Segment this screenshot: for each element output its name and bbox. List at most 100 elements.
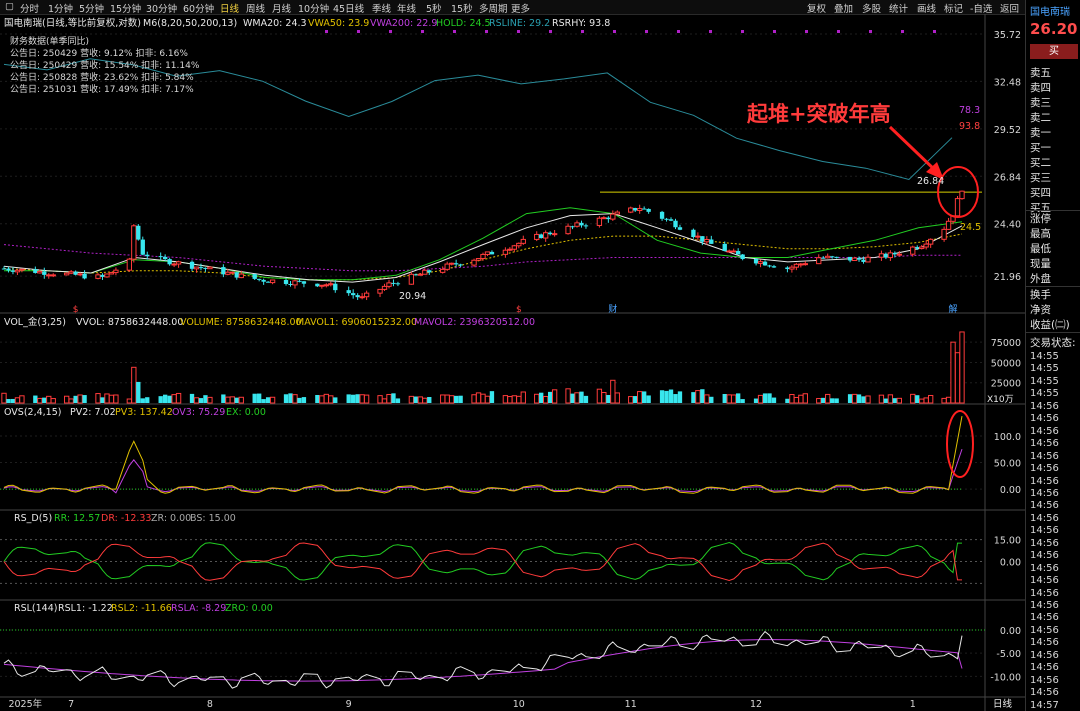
tick-time: 14:56	[1030, 438, 1059, 450]
volume-bar	[427, 397, 432, 403]
volume-bar	[292, 394, 298, 404]
candle-body	[834, 256, 839, 258]
volume-bar	[896, 397, 902, 404]
event-marker: $	[73, 305, 79, 315]
volume-bar	[704, 394, 710, 404]
candle-body	[695, 235, 701, 238]
label-rsline: 78.3	[959, 105, 980, 116]
volume-bar	[453, 395, 459, 403]
volume-bar	[785, 398, 790, 403]
candle-body	[614, 211, 620, 215]
volume-bar	[1, 392, 7, 404]
volume-bar	[834, 398, 839, 403]
candle-body	[417, 273, 423, 276]
chart-area: 35.7232.4829.5226.8424.4021.96$ $ 财解 75000…	[0, 14, 1025, 711]
tick-time: 14:56	[1030, 425, 1059, 437]
candle-body	[395, 283, 401, 285]
volume-bar	[297, 397, 302, 403]
volume-bar	[959, 331, 965, 404]
tick-time: 14:56	[1030, 612, 1059, 624]
tick-time: 14:56	[1030, 562, 1059, 574]
volume-bar	[225, 396, 231, 404]
volume-bar	[883, 398, 889, 403]
volume-bar	[740, 399, 745, 403]
volume-bar	[346, 394, 351, 403]
candle-body	[73, 271, 78, 275]
candle-body	[915, 247, 920, 249]
volume-bar	[104, 393, 110, 404]
stock-name[interactable]: 国电南瑞	[1030, 3, 1070, 18]
vol-title: VOL_金(3,25)	[4, 316, 66, 328]
ovs-ov3: OV3: 75.29	[172, 407, 225, 418]
order-book-level: 卖一	[1030, 127, 1051, 139]
candle-body	[673, 220, 678, 228]
candle-body	[261, 279, 266, 282]
series-rr	[3, 541, 962, 581]
volume-bar	[207, 396, 213, 404]
tick-time: 14:55	[1030, 388, 1059, 400]
candle-body	[471, 259, 477, 266]
candle-body	[77, 273, 83, 276]
tick-time: 14:56	[1030, 413, 1059, 425]
volume-bar	[507, 396, 513, 404]
candle-body	[333, 283, 338, 291]
x-tick: 1	[910, 699, 916, 710]
candle-body	[440, 268, 446, 273]
volume-bar	[923, 397, 929, 404]
volume-bar	[234, 397, 239, 403]
current-price: 26.20 1.	[1030, 20, 1080, 38]
quote-stat: 外盘	[1030, 273, 1051, 285]
tick-time: 14:56	[1030, 500, 1059, 512]
candle-body	[229, 271, 235, 274]
indicator-label: M6(8,20,50,200,13)	[143, 18, 237, 29]
candle-body	[14, 269, 21, 273]
signal-dot	[549, 30, 552, 33]
candle-body	[193, 266, 200, 270]
volume-bar	[484, 395, 491, 404]
tick-time: 14:56	[1030, 475, 1059, 487]
volume-bar	[489, 391, 495, 403]
volume-bar	[950, 341, 956, 404]
tick-time: 14:56	[1030, 674, 1059, 686]
volume-bar	[516, 395, 522, 404]
candle-body	[136, 225, 141, 240]
volume-bar	[945, 396, 952, 404]
volume-bar	[668, 389, 674, 403]
volume-bar	[606, 394, 611, 403]
volume-bar	[610, 379, 616, 404]
x-tick: 8	[207, 699, 213, 710]
volume-bar	[762, 393, 768, 403]
tick-time: 14:56	[1030, 637, 1059, 649]
series-pv3	[3, 416, 963, 494]
x-tick: 9	[346, 699, 352, 710]
volume-bar	[919, 398, 925, 404]
tick-time: 14:56	[1030, 575, 1059, 587]
volume-bar	[82, 395, 87, 403]
volume-bar	[475, 392, 482, 404]
candle-body	[641, 208, 647, 210]
volume-bar	[691, 392, 696, 403]
rsd-rr: RR: 12.57	[54, 513, 100, 524]
volume-bar	[50, 398, 56, 404]
candle-body	[633, 207, 638, 211]
candle-body	[691, 229, 696, 238]
volume-bar	[203, 395, 208, 403]
volume-bar	[633, 396, 638, 403]
volume-bar	[915, 395, 920, 403]
candle-body	[928, 238, 934, 245]
candle-body	[606, 217, 611, 220]
candle-body	[453, 263, 459, 265]
tick-time: 14:56	[1030, 624, 1059, 636]
signal-dot	[581, 30, 584, 33]
buy-button[interactable]: 买	[1030, 44, 1078, 59]
legend-rsrhy: RSRHY: 93.8	[552, 18, 610, 29]
tick-time: 14:56	[1030, 600, 1059, 611]
candle-body	[68, 271, 74, 274]
signal-dot	[517, 30, 520, 33]
signal-dot	[645, 30, 648, 33]
candle-body	[449, 262, 455, 265]
candle-body	[269, 279, 276, 284]
order-book-level: 卖五	[1030, 67, 1051, 79]
tick-time: 14:56	[1030, 400, 1059, 412]
candle-body	[736, 251, 741, 255]
